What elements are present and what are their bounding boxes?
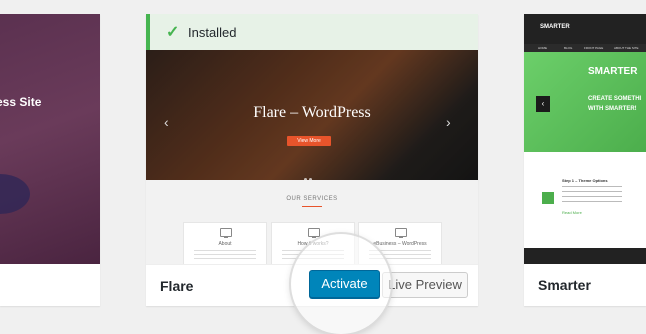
service-box: About bbox=[183, 222, 267, 264]
screenshot-cta: View More bbox=[287, 136, 331, 146]
theme-card-smarter[interactable]: SMARTER HOME BLOG FRONT PAGE ABOUT THE S… bbox=[524, 14, 646, 306]
screenshot-footer bbox=[524, 248, 646, 264]
hero-line: WITH SMARTER! bbox=[588, 106, 637, 112]
live-preview-button[interactable]: Live Preview bbox=[382, 272, 468, 298]
screenshot-nav-item: BLOG bbox=[564, 46, 573, 50]
theme-card-left[interactable]: ess Site bbox=[0, 14, 100, 306]
installed-label: Installed bbox=[188, 25, 237, 40]
theme-screenshot[interactable]: ‹ › Flare – WordPress View More bbox=[146, 50, 478, 180]
service-title: About bbox=[218, 241, 232, 247]
chevron-left-icon: ‹ bbox=[536, 96, 550, 112]
monitor-icon bbox=[220, 228, 232, 238]
read-more-link: Read More bbox=[562, 210, 582, 215]
theme-name: Flare bbox=[160, 278, 194, 294]
theme-name-bar: Smarter bbox=[524, 264, 646, 306]
monitor-icon bbox=[308, 228, 320, 238]
theme-name-bar bbox=[0, 264, 100, 306]
monitor-icon bbox=[395, 228, 407, 238]
theme-screenshot[interactable]: ess Site bbox=[0, 14, 100, 264]
services-heading: OUR SERVICES bbox=[286, 196, 338, 202]
screenshot-hero: ‹ SMARTER CREATE SOMETHI WITH SMARTER! bbox=[524, 52, 646, 152]
screenshot-headline: Flare – WordPress bbox=[253, 104, 371, 121]
slider-dots bbox=[304, 168, 320, 180]
hero-title: SMARTER bbox=[588, 66, 638, 77]
activate-button[interactable]: Activate bbox=[309, 270, 380, 298]
screenshot-decoration bbox=[0, 174, 30, 214]
step-title: Step 1 – Theme Options bbox=[562, 178, 608, 183]
screenshot-header: SMARTER bbox=[524, 14, 646, 44]
checkmark-icon: ✓ bbox=[166, 24, 180, 41]
installed-notice: ✓ Installed bbox=[146, 14, 478, 50]
theme-name: Smarter bbox=[538, 277, 591, 293]
screenshot-title: ess Site bbox=[0, 95, 42, 109]
screenshot-nav-item: HOME bbox=[538, 46, 547, 50]
hero-line: CREATE SOMETHI bbox=[588, 96, 642, 102]
thumbs-up-icon bbox=[542, 192, 554, 204]
theme-screenshot[interactable]: SMARTER HOME BLOG FRONT PAGE ABOUT THE S… bbox=[524, 14, 646, 264]
screenshot-nav-item: ABOUT THE SITE bbox=[614, 46, 639, 50]
screenshot-nav-item: FRONT PAGE bbox=[584, 46, 604, 50]
screenshot-brand: SMARTER bbox=[540, 24, 570, 30]
screenshot-nav: HOME BLOG FRONT PAGE ABOUT THE SITE bbox=[524, 44, 646, 52]
services-underline bbox=[302, 206, 322, 207]
